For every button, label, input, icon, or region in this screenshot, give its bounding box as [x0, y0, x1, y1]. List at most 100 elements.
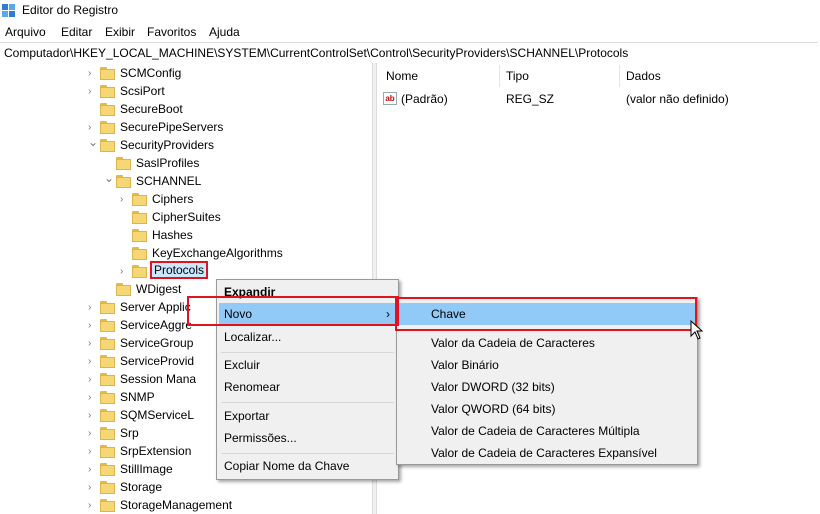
menu-item-binary-value[interactable]: Valor Binário	[399, 354, 695, 376]
chevron-right-icon[interactable]: ›	[88, 87, 98, 97]
chevron-right-icon[interactable]: ›	[88, 321, 98, 331]
chevron-right-icon[interactable]: ›	[88, 501, 98, 511]
value-row[interactable]: ab (Padrão) REG_SZ (valor não definido)	[383, 91, 813, 109]
menu-item-rename[interactable]: Renomear	[219, 376, 396, 398]
menu-item-new[interactable]: Novo ›	[219, 303, 396, 325]
tree-item-label: CipherSuites	[152, 210, 221, 224]
tree-item-label: ServiceGroup	[120, 336, 194, 350]
tree-item[interactable]: › Ciphers	[120, 191, 372, 209]
menu-separator	[221, 453, 394, 454]
menu-item-copy-key-name[interactable]: Copiar Nome da Chave	[219, 455, 396, 477]
folder-icon	[132, 247, 147, 260]
column-header-data[interactable]: Dados	[626, 69, 661, 83]
tree-item[interactable]: Hashes	[120, 227, 372, 245]
menu-item-find[interactable]: Localizar...	[219, 326, 396, 348]
tree-item[interactable]: CipherSuites	[120, 209, 372, 227]
chevron-right-icon[interactable]: ›	[88, 303, 98, 313]
address-bar[interactable]: Computador\HKEY_LOCAL_MACHINE\SYSTEM\Cur…	[0, 42, 818, 64]
address-path[interactable]: Computador\HKEY_LOCAL_MACHINE\SYSTEM\Cur…	[4, 46, 628, 60]
window-title: Editor do Registro	[22, 3, 119, 17]
menu-item-delete[interactable]: Excluir	[219, 354, 396, 376]
tree-item-label: Session Mana	[120, 372, 197, 386]
column-divider[interactable]	[619, 65, 620, 87]
folder-icon	[100, 391, 115, 404]
tree-item[interactable]: ⌄ SecurityProviders	[88, 136, 368, 155]
chevron-right-icon[interactable]: ›	[120, 195, 130, 205]
chevron-down-icon[interactable]: ⌄	[88, 136, 98, 148]
chevron-right-icon[interactable]: ›	[88, 465, 98, 475]
folder-icon	[100, 373, 115, 386]
menu-item-qword-value[interactable]: Valor QWORD (64 bits)	[399, 398, 695, 420]
menu-item-expandable-string-value[interactable]: Valor de Cadeia de Caracteres Expansível	[399, 442, 695, 464]
chevron-right-icon[interactable]: ›	[88, 483, 98, 493]
menu-item-expand[interactable]: Expandir	[219, 281, 396, 303]
menu-favoritos[interactable]: Favoritos	[147, 25, 196, 39]
chevron-right-icon[interactable]: ›	[88, 69, 98, 79]
tree-item-label: Hashes	[152, 228, 193, 242]
menu-item-new-key[interactable]: Chave	[399, 303, 695, 325]
column-divider[interactable]	[499, 65, 500, 87]
tree-item-label: SrpExtension	[120, 444, 192, 458]
folder-icon	[132, 193, 147, 206]
title-bar: Editor do Registro	[0, 0, 820, 22]
tree-item-label: SecureBoot	[120, 102, 183, 116]
new-submenu: Chave Valor da Cadeia de Caracteres Valo…	[396, 297, 698, 465]
chevron-right-icon[interactable]: ›	[120, 267, 130, 277]
menu-separator	[427, 329, 693, 330]
column-header-name[interactable]: Nome	[386, 69, 418, 83]
tree-item-label: ScsiPort	[120, 84, 165, 98]
menu-bar: Arquivo Editar Exibir Favoritos Ajuda	[0, 22, 820, 42]
folder-icon	[100, 121, 115, 134]
tree-item[interactable]: › SecurePipeServers	[88, 119, 368, 137]
folder-icon	[100, 103, 115, 116]
tree-item[interactable]: SecureBoot	[88, 101, 368, 119]
value-data: (valor não definido)	[626, 92, 729, 106]
folder-icon	[100, 319, 115, 332]
folder-icon	[100, 463, 115, 476]
chevron-right-icon[interactable]: ›	[88, 357, 98, 367]
folder-icon	[100, 85, 115, 98]
tree-item[interactable]: › SCMConfig	[88, 65, 368, 83]
menu-separator	[221, 352, 394, 353]
folder-icon	[100, 409, 115, 422]
column-header-type[interactable]: Tipo	[506, 69, 529, 83]
folder-icon	[100, 499, 115, 512]
tree-item-label: SQMServiceL	[120, 408, 195, 422]
folder-icon	[132, 265, 147, 278]
chevron-right-icon[interactable]: ›	[88, 375, 98, 385]
tree-item-label: ServiceAggre	[120, 318, 193, 332]
tree-item[interactable]: › ScsiPort	[88, 83, 368, 101]
tree-item[interactable]: ⌄ SCHANNEL	[104, 172, 372, 191]
chevron-down-icon[interactable]: ⌄	[104, 172, 114, 184]
folder-icon	[100, 481, 115, 494]
tree-item[interactable]: › Storage	[88, 479, 368, 497]
folder-icon	[100, 301, 115, 314]
folder-icon	[132, 211, 147, 224]
chevron-right-icon[interactable]: ›	[88, 429, 98, 439]
tree-item[interactable]: › StorageManagement	[88, 497, 368, 514]
chevron-right-icon[interactable]: ›	[88, 339, 98, 349]
chevron-right-icon[interactable]: ›	[88, 123, 98, 133]
menu-ajuda[interactable]: Ajuda	[209, 25, 240, 39]
chevron-right-icon[interactable]: ›	[88, 393, 98, 403]
folder-icon	[100, 67, 115, 80]
menu-item-multi-string-value[interactable]: Valor de Cadeia de Caracteres Múltipla	[399, 420, 695, 442]
tree-item-label: Protocols	[150, 261, 209, 279]
tree-item[interactable]: SaslProfiles	[104, 155, 372, 173]
menu-separator	[221, 402, 394, 403]
chevron-right-icon[interactable]: ›	[88, 447, 98, 457]
context-menu: Expandir Novo › Localizar... Excluir Ren…	[216, 279, 399, 480]
chevron-right-icon[interactable]: ›	[88, 411, 98, 421]
tree-item-label: WDigest	[136, 282, 182, 296]
menu-item-string-value[interactable]: Valor da Cadeia de Caracteres	[399, 332, 695, 354]
menu-item-permissions[interactable]: Permissões...	[219, 427, 396, 449]
menu-item-export[interactable]: Exportar	[219, 405, 396, 427]
menu-item-dword-value[interactable]: Valor DWORD (32 bits)	[399, 376, 695, 398]
tree-item-label: Server Applic	[120, 300, 191, 314]
tree-item-label: KeyExchangeAlgorithms	[152, 246, 283, 260]
menu-editar[interactable]: Editar	[61, 25, 92, 39]
menu-exibir[interactable]: Exibir	[105, 25, 135, 39]
tree-item-label: SaslProfiles	[136, 156, 200, 170]
menu-arquivo[interactable]: Arquivo	[5, 25, 46, 39]
folder-icon	[100, 445, 115, 458]
